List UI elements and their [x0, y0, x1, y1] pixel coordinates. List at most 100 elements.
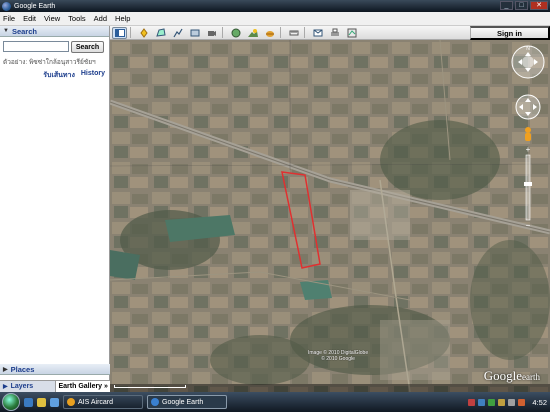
zoom-out-icon: − — [526, 221, 531, 230]
expand-triangle-icon: ▶ — [3, 366, 8, 373]
sidebar: ▼ Search Search ตัวอย่าง: พิซซ่าใกล้อนุส… — [0, 26, 110, 392]
tray-network-icon[interactable] — [478, 398, 486, 406]
search-panel-header[interactable]: ▼ Search — [0, 26, 109, 37]
add-placemark-button[interactable] — [136, 27, 151, 39]
menu-bar: File Edit View Tools Add Help — [0, 12, 550, 26]
imagery-credit: Image © 2010 DigitalGlobe © 2010 Google — [308, 350, 368, 362]
tray-update-icon[interactable] — [488, 398, 496, 406]
google-earth-icon — [151, 398, 159, 406]
view-in-maps-button[interactable] — [344, 27, 359, 39]
menu-help[interactable]: Help — [115, 14, 130, 23]
tray-antivirus-icon[interactable] — [468, 398, 476, 406]
window-controls: _ □ ✕ — [500, 1, 548, 10]
move-joystick[interactable] — [515, 94, 541, 120]
planets-button[interactable] — [262, 27, 277, 39]
search-row: Search — [0, 37, 109, 55]
tab-earth-gallery[interactable]: Earth Gallery » — [54, 381, 110, 392]
tab-earth-gallery-label: Earth Gallery » — [58, 383, 108, 390]
navigation-controls: N + − — [510, 44, 546, 236]
google-earth-app-icon — [2, 1, 11, 11]
menu-add[interactable]: Add — [94, 14, 107, 23]
toolbar: Sign in — [110, 26, 550, 40]
task-google-earth[interactable]: Google Earth — [147, 395, 227, 409]
search-input[interactable] — [3, 41, 69, 52]
scale-bar — [114, 380, 186, 388]
quicklaunch-ie-icon[interactable] — [24, 397, 33, 407]
toolbar-divider — [222, 27, 223, 38]
toolbar-divider — [304, 27, 305, 38]
title-bar: Google Earth _ □ ✕ — [0, 0, 550, 12]
quicklaunch-folder-icon[interactable] — [37, 397, 46, 407]
history-link[interactable]: History — [81, 70, 105, 81]
places-panel-header[interactable]: ▶ Places — [0, 364, 110, 375]
sunlight-button[interactable] — [245, 27, 260, 39]
system-tray: 4:52 — [420, 392, 550, 412]
menu-tools[interactable]: Tools — [68, 14, 86, 23]
tab-layers[interactable]: ▶ Layers — [0, 381, 55, 392]
taskbar: AIS Aircard Google Earth 4:52 — [0, 392, 550, 412]
start-button[interactable] — [2, 393, 20, 411]
add-overlay-button[interactable] — [187, 27, 202, 39]
tour-icon — [207, 30, 216, 36]
zoom-in-icon: + — [526, 145, 531, 154]
nav-control-svg: N + − — [511, 45, 545, 230]
placemark-icon — [139, 27, 148, 38]
clock[interactable]: 4:52 — [532, 398, 547, 407]
add-polygon-button[interactable] — [153, 27, 168, 39]
toolbar-divider — [130, 27, 131, 38]
add-path-button[interactable] — [170, 27, 185, 39]
ruler-icon — [289, 30, 298, 35]
look-joystick[interactable]: N — [511, 45, 545, 79]
maximize-button[interactable]: □ — [515, 1, 528, 10]
ruler-button[interactable] — [286, 27, 301, 39]
print-icon — [330, 28, 339, 36]
historical-imagery-icon — [231, 28, 240, 37]
menu-view[interactable]: View — [44, 14, 60, 23]
imagery-credit-line-2: © 2010 Google — [321, 356, 355, 362]
watermark-sub: earth — [522, 372, 540, 382]
street-view-pegman-icon[interactable] — [525, 127, 531, 141]
get-directions-link[interactable]: รับเส้นทาง — [43, 70, 75, 81]
sign-in-button[interactable]: Sign in — [470, 26, 550, 40]
search-example-text: ตัวอย่าง: พิซซ่าใกล้อนุสาวรีย์ชัยฯ — [3, 59, 96, 66]
task-google-earth-label: Google Earth — [162, 398, 204, 406]
search-panel-title: Search — [11, 26, 37, 36]
menu-file[interactable]: File — [3, 14, 15, 23]
layers-triangle-icon: ▶ — [3, 384, 8, 390]
minimize-button[interactable]: _ — [500, 1, 513, 10]
sidebar-toggle-button[interactable] — [112, 26, 127, 39]
overlay-icon — [190, 29, 199, 36]
path-icon — [172, 28, 183, 37]
tab-layers-label: Layers — [10, 383, 34, 390]
historical-imagery-button[interactable] — [228, 27, 243, 39]
map-view[interactable]: N + − Image © 2010 DigitalGlobe © 2010 G… — [110, 40, 550, 392]
record-tour-button[interactable] — [204, 27, 219, 39]
task-aircard-label: AIS Aircard — [78, 398, 114, 406]
email-icon — [313, 29, 322, 36]
tray-language-icon[interactable] — [498, 398, 506, 406]
print-button[interactable] — [327, 27, 342, 39]
north-indicator-icon: N — [526, 46, 530, 52]
aircard-icon — [67, 398, 75, 406]
tray-misc-icon[interactable] — [518, 398, 526, 406]
search-button[interactable]: Search — [71, 41, 104, 53]
zoom-slider[interactable]: + − — [524, 145, 532, 230]
menu-edit[interactable]: Edit — [23, 14, 36, 23]
close-button[interactable]: ✕ — [530, 1, 548, 10]
google-earth-watermark: Googleearth — [484, 368, 540, 384]
search-links: รับเส้นทาง History — [0, 69, 109, 82]
quicklaunch-desktop-icon[interactable] — [50, 397, 59, 407]
bottom-tabs: ▶ Layers Earth Gallery » — [0, 380, 110, 392]
email-button[interactable] — [310, 27, 325, 39]
satellite-imagery — [110, 40, 550, 392]
planets-icon — [265, 30, 274, 37]
scale-bar-line — [114, 385, 186, 388]
view-in-maps-icon — [347, 28, 356, 37]
window-title: Google Earth — [14, 2, 56, 10]
task-aircard[interactable]: AIS Aircard — [63, 395, 143, 409]
sidebar-icon — [114, 28, 125, 37]
tray-volume-icon[interactable] — [508, 398, 516, 406]
collapse-triangle-icon: ▼ — [3, 28, 9, 34]
places-panel-title: Places — [10, 364, 35, 374]
watermark-main: Google — [483, 368, 522, 383]
